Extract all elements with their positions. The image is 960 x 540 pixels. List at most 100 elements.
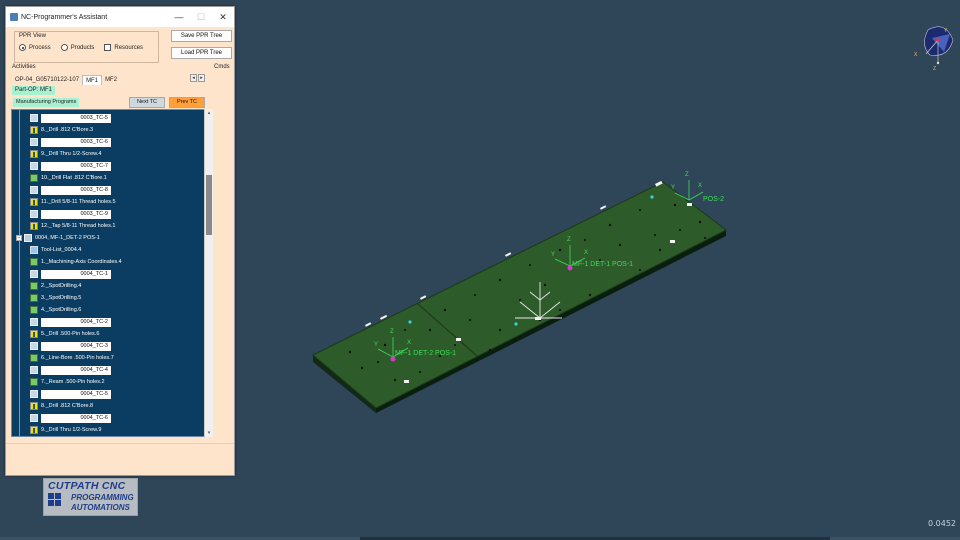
axis-x-label-det2: X: [407, 340, 412, 346]
tree-item[interactable]: 11._Drill 5/8-11 Thread holes.5: [30, 196, 116, 208]
tree-item[interactable]: 8._Drill .812 C'Bore.8: [30, 400, 93, 412]
tree-item-label: 6._Line-Bore .500-Pin holes.7: [41, 355, 114, 361]
title-bar[interactable]: NC-Programmer's Assistant — ☐ ✕: [6, 7, 234, 27]
prev-tc-button[interactable]: Prev TC: [169, 97, 205, 108]
logo-grid-icon: [48, 493, 68, 513]
operation-icon: [30, 294, 38, 302]
tree-item-label: 0003_TC-5: [41, 113, 111, 123]
tree-item[interactable]: − 0004, MF-1_DET-2 POS-1: [16, 232, 100, 244]
radio-products[interactable]: Products: [60, 44, 95, 51]
ppr-view-group: PPR View Process Products Resources: [14, 31, 159, 63]
compass-x-label: X: [914, 52, 918, 58]
tree-item-label: 0004_TC-5: [41, 389, 111, 399]
tree-item[interactable]: 0003_TC-6: [30, 136, 111, 148]
tree-item-label: 0003_TC-9: [41, 209, 111, 219]
tree-item[interactable]: 9._Drill Thru 1/2-Screw.9: [30, 424, 101, 436]
checkbox-resources-box[interactable]: [104, 44, 112, 51]
ppr-view-legend: PPR View: [19, 33, 46, 39]
tree-item[interactable]: Tool-List_0004.4: [30, 244, 81, 256]
radio-process[interactable]: Process: [19, 44, 51, 51]
tool-icon: [30, 426, 38, 434]
tab-scroll-arrows: ◂ ▸: [190, 74, 205, 82]
tool-list-icon: [30, 246, 38, 254]
tab-mf2[interactable]: MF2: [102, 75, 120, 85]
next-tc-button[interactable]: Next TC: [129, 97, 165, 108]
tab-scroll-right-button[interactable]: ▸: [198, 74, 205, 82]
tree-item[interactable]: 3._SpotDrilling.5: [30, 292, 81, 304]
tree-item[interactable]: 5._Drill .500-Pin holes.6: [30, 328, 99, 340]
scroll-thumb[interactable]: [206, 175, 212, 235]
axis-z-label-det1: Z: [567, 237, 571, 243]
tree-item[interactable]: 4._SpotDrilling.6: [30, 304, 81, 316]
checkbox-resources[interactable]: Resources: [104, 44, 143, 51]
tree-item[interactable]: 0004_TC-3: [30, 340, 111, 352]
tree-scrollbar[interactable]: ▴ ▾: [204, 109, 213, 437]
nc-assistant-window: NC-Programmer's Assistant — ☐ ✕ PPR View…: [5, 6, 235, 476]
tree-item-label: 2._SpotDrilling.4: [41, 283, 82, 289]
tree-item[interactable]: 0004_TC-1: [30, 268, 111, 280]
operation-icon: [30, 306, 38, 314]
operation-icon: [30, 354, 38, 362]
tree-item-label: 0004_TC-3: [41, 341, 111, 351]
activity-tabs: OP-04_G05710122-107 MF1 MF2: [12, 75, 120, 85]
part-op-label: Part-OP: MF1: [12, 86, 56, 95]
tree-item[interactable]: 0004_TC-4: [30, 364, 111, 376]
tree-item[interactable]: 0004_TC-5: [30, 388, 111, 400]
tree-item[interactable]: 7._Ream .500-Pin holes.2: [30, 376, 105, 388]
tree-item[interactable]: 9._Drill Thru 1/2-Screw.4: [30, 148, 101, 160]
axis-y-label-pos2: Y: [671, 185, 676, 191]
maximize-button[interactable]: ☐: [190, 12, 212, 23]
tab-scroll-left-button[interactable]: ◂: [190, 74, 197, 82]
radio-products-indicator[interactable]: [60, 44, 68, 51]
tree-item-label: 9._Drill Thru 1/2-Screw.9: [41, 427, 102, 433]
tool-change-icon: [30, 342, 38, 350]
tree-item[interactable]: 0004_TC-6: [30, 412, 111, 424]
operation-icon: [30, 282, 38, 290]
tree-item[interactable]: 10._Drill Flat .812 C'Bore.1: [30, 172, 107, 184]
pos2-label: POS-2: [703, 196, 725, 203]
tree-item[interactable]: 12._Tap 5/8-11 Thread holes.1: [30, 220, 115, 232]
minimize-button[interactable]: —: [168, 12, 190, 22]
logo-line3: AUTOMATIONS: [71, 503, 130, 512]
save-ppr-tree-button[interactable]: Save PPR Tree: [171, 30, 232, 42]
tree-guide-line: [19, 110, 20, 436]
tree-item[interactable]: 6._Line-Bore .500-Pin holes.7: [30, 352, 114, 364]
radio-process-label: Process: [29, 44, 51, 51]
tree-item-label: 0004, MF-1_DET-2 POS-1: [35, 235, 100, 241]
tree-item[interactable]: 0003_TC-8: [30, 184, 111, 196]
tree-item[interactable]: 1._Machining-Axis Coordinates.4: [30, 256, 122, 268]
tree-expander-icon[interactable]: −: [16, 235, 22, 241]
tab-op-04[interactable]: OP-04_G05710122-107: [12, 75, 82, 85]
tree-item[interactable]: 0004_TC-2: [30, 316, 111, 328]
axis-x-label-pos2: X: [698, 183, 703, 189]
scroll-up-button[interactable]: ▴: [205, 109, 213, 117]
operation-icon: [30, 174, 38, 182]
tree-item-label: 0003_TC-6: [41, 137, 111, 147]
footer-divider: [6, 443, 234, 444]
tree-item-label: 9._Drill Thru 1/2-Screw.4: [41, 151, 102, 157]
tree-item-label: 8._Drill .812 C'Bore.8: [41, 403, 94, 409]
axis-z-label-pos2: Z: [685, 172, 689, 178]
scroll-down-button[interactable]: ▾: [205, 429, 213, 437]
tree-item[interactable]: 0003_TC-9: [30, 208, 111, 220]
logo-line1: CUTPATH CNC: [48, 480, 126, 492]
tree-item[interactable]: 8._Drill .812 C'Bore.3: [30, 124, 93, 136]
load-ppr-tree-button[interactable]: Load PPR Tree: [171, 47, 232, 59]
tab-mf1[interactable]: MF1: [82, 75, 103, 85]
ppr-tree[interactable]: 0003_TC-5 8._Drill .812 C'Bore.3 0003_TC-6…: [11, 109, 206, 437]
compass-widget[interactable]: [924, 26, 954, 65]
tree-item[interactable]: 2._SpotDrilling.4: [30, 280, 81, 292]
cmds-label: Cmds: [214, 64, 230, 70]
tool-change-icon: [30, 390, 38, 398]
tool-change-icon: [30, 138, 38, 146]
tree-item[interactable]: 0003_TC-7: [30, 160, 111, 172]
tree-item[interactable]: 0003_TC-5: [30, 112, 111, 124]
zoom-readout: 0.0452: [928, 519, 956, 528]
close-button[interactable]: ✕: [212, 12, 234, 23]
program-icon: [24, 234, 32, 242]
tree-item-label: 10._Drill Flat .812 C'Bore.1: [41, 175, 107, 181]
radio-products-label: Products: [70, 44, 95, 51]
tree-item-label: 0003_TC-7: [41, 161, 111, 171]
radio-process-indicator[interactable]: [19, 44, 26, 51]
tool-change-icon: [30, 162, 38, 170]
